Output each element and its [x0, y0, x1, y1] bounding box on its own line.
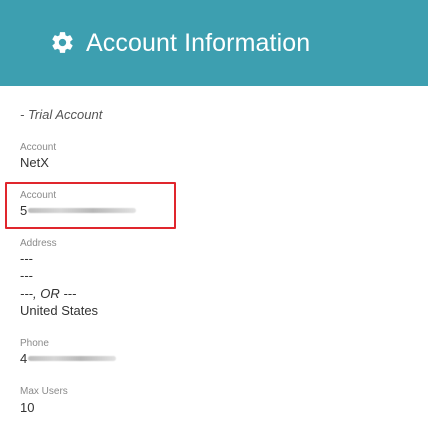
- phone-value: 4: [20, 351, 117, 366]
- address-line1: ---: [20, 251, 33, 266]
- account-type: - Trial Account: [20, 107, 103, 122]
- redacted-account-number: [28, 208, 137, 213]
- address-city-state: ---, OR ---: [20, 286, 77, 301]
- account-name-label: Account: [20, 142, 57, 153]
- phone-label: Phone: [20, 338, 49, 349]
- address-line2: ---: [20, 268, 33, 283]
- account-number-prefix: 5: [20, 203, 28, 218]
- address-country: United States: [20, 303, 99, 318]
- page-header: Account Information: [0, 0, 428, 86]
- redacted-phone: [28, 356, 117, 361]
- max-users-label: Max Users: [20, 386, 68, 397]
- phone-prefix: 4: [20, 351, 28, 366]
- account-number-label: Account: [20, 190, 57, 201]
- account-name-value: NetX: [20, 155, 49, 170]
- gear-icon: [52, 32, 73, 53]
- max-users-value: 10: [20, 400, 35, 415]
- account-number-value: 5: [20, 203, 137, 218]
- page-title: Account Information: [86, 28, 311, 57]
- address-label: Address: [20, 238, 57, 249]
